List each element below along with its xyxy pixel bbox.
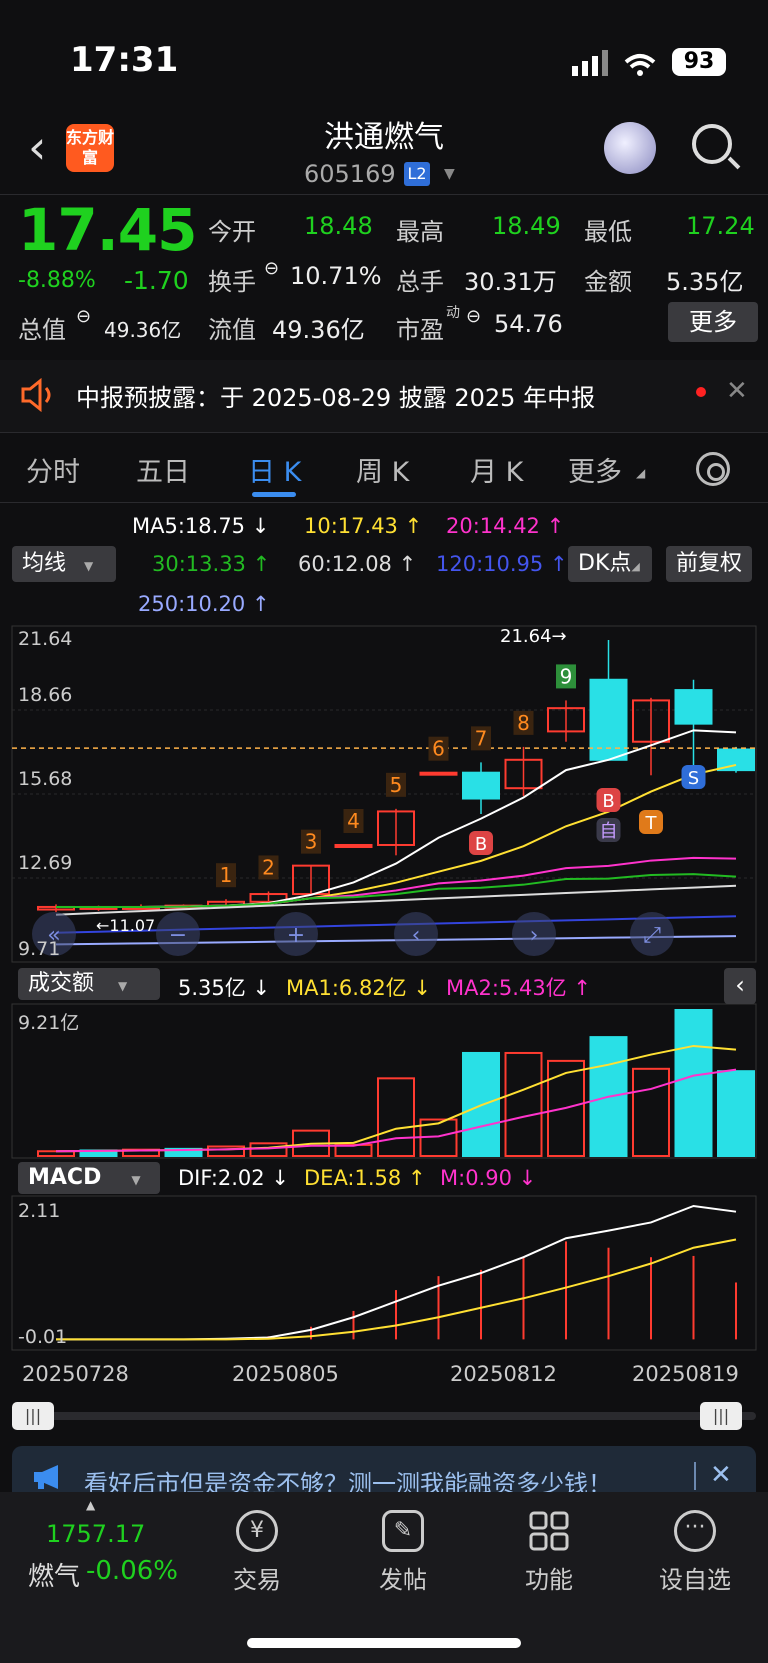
macd-dea: DEA:1.58 ↑ — [304, 1166, 426, 1190]
divider — [694, 1462, 696, 1490]
candle-body — [334, 843, 373, 848]
y-tick: 9.71 — [18, 938, 61, 960]
candle-body — [462, 771, 500, 800]
grid-icon — [528, 1510, 570, 1552]
x-date-label: 20250728 — [22, 1362, 129, 1386]
add-watchlist-label: 设自选 — [659, 1566, 731, 1594]
chevron-up-icon[interactable]: ▲ — [86, 1498, 95, 1512]
home-indicator — [247, 1638, 521, 1648]
volume-bar — [632, 1067, 670, 1157]
edit-icon: ✎ — [382, 1510, 424, 1552]
x-date-label: 20250812 — [450, 1362, 557, 1386]
signal-badge: S — [688, 768, 699, 789]
signal-number: 2 — [262, 855, 275, 879]
signal-badge: T — [645, 813, 658, 834]
volume-ma2: MA2:5.43亿 ↑ — [446, 976, 591, 1000]
yen-icon: ¥ — [236, 1510, 278, 1552]
zoom-out-icon-glyph: − — [169, 923, 187, 948]
signal-badge: B — [602, 791, 614, 812]
macd-min-label: -0.01 — [18, 1326, 68, 1348]
volume-bar — [674, 1009, 713, 1157]
post-button[interactable]: ✎ 发帖 — [348, 1510, 458, 1595]
zoom-in-icon-glyph: + — [287, 923, 305, 948]
signal-number: 1 — [220, 863, 233, 887]
close-icon[interactable]: ✕ — [710, 1460, 732, 1490]
x-date-label: 20250805 — [232, 1362, 339, 1386]
more-dots-icon: ··· — [674, 1510, 716, 1552]
volume-bar — [504, 1051, 543, 1158]
trade-button[interactable]: ¥ 交易 — [202, 1510, 312, 1595]
low-price-marker: ←11.07 — [96, 916, 156, 935]
volume-current: 5.35亿 ↓ — [178, 976, 271, 1000]
fullscreen-icon-glyph: ⤢ — [643, 923, 661, 948]
volume-bar — [377, 1077, 415, 1158]
sector-index-change[interactable]: -0.06% — [86, 1556, 178, 1586]
sector-index-name[interactable]: 燃气 — [28, 1556, 80, 1593]
signal-number: 3 — [305, 830, 318, 854]
sector-index-value[interactable]: 1757.17 — [46, 1520, 145, 1548]
y-tick: 15.68 — [18, 768, 73, 790]
signal-number: 6 — [432, 737, 445, 761]
volume-ma1: MA1:6.82亿 ↓ — [286, 976, 431, 1000]
signal-number: 8 — [517, 711, 530, 735]
megaphone-icon — [34, 1465, 58, 1489]
signal-number: 7 — [475, 726, 488, 750]
add-watchlist-button[interactable]: ··· 设自选 — [640, 1510, 750, 1595]
range-slider-track[interactable] — [12, 1412, 756, 1420]
range-slider-handle-right[interactable]: ||| — [700, 1402, 742, 1430]
scroll-left-icon-glyph: ‹ — [412, 923, 421, 948]
signal-number: 5 — [390, 773, 403, 797]
macd-max-label: 2.11 — [18, 1200, 61, 1222]
volume-select[interactable]: 成交额 ▼ — [18, 968, 160, 1000]
macd-dif: DIF:2.02 ↓ — [178, 1166, 289, 1190]
signal-number: 4 — [347, 809, 360, 833]
collapse-panel-button[interactable]: ‹ — [724, 968, 756, 1004]
functions-button[interactable]: 功能 — [494, 1510, 604, 1595]
range-slider-handle-left[interactable]: ||| — [12, 1402, 54, 1430]
volume-bar — [717, 1070, 755, 1158]
y-tick: 12.69 — [18, 852, 73, 874]
macd-m: M:0.90 ↓ — [440, 1166, 537, 1190]
signal-badge: B — [475, 834, 487, 855]
scroll-right-icon-glyph: › — [530, 923, 539, 948]
candle-body — [419, 771, 458, 776]
candle-body — [674, 689, 713, 725]
functions-label: 功能 — [525, 1566, 573, 1594]
volume-max-label: 9.21亿 — [18, 1012, 80, 1034]
x-date-label: 20250819 — [632, 1362, 739, 1386]
max-price-marker: 21.64→ — [500, 626, 567, 647]
signal-number: 9 — [560, 664, 573, 688]
stock-chart[interactable]: 1 23456 789BB自 TS «− + ‹ › ⤢ — [0, 0, 768, 1440]
y-tick: 18.66 — [18, 684, 73, 706]
post-label: 发帖 — [379, 1566, 427, 1594]
volume-bar — [249, 1142, 288, 1157]
signal-badge: 自 — [600, 821, 618, 842]
macd-select[interactable]: MACD ▼ — [18, 1162, 160, 1194]
y-tick: 21.64 — [18, 628, 73, 650]
trade-label: 交易 — [233, 1566, 281, 1594]
